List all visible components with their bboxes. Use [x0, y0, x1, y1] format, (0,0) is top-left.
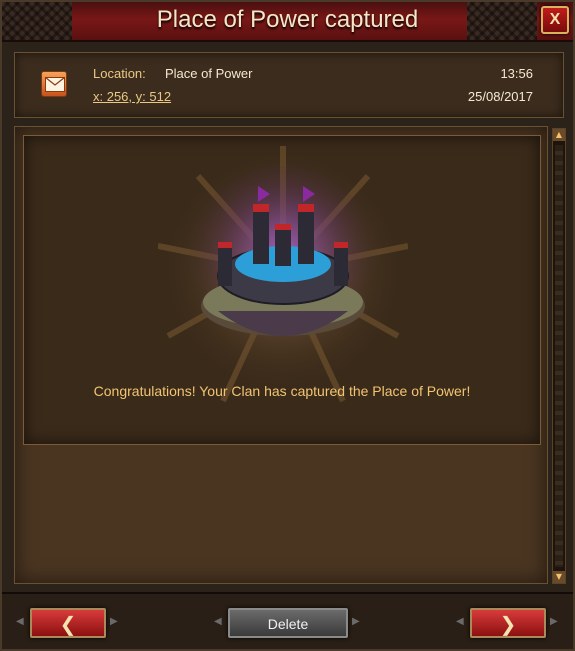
- scroll-track[interactable]: [555, 145, 563, 567]
- location-label: Location:: [93, 66, 146, 81]
- scroll-down-arrow-icon[interactable]: ▼: [553, 571, 565, 583]
- message-date: 25/08/2017: [467, 89, 533, 104]
- chevron-right-icon: ❯: [499, 612, 517, 636]
- title-bar: Place of Power captured X: [2, 2, 573, 42]
- message-text: Congratulations! Your Clan has captured …: [93, 383, 471, 399]
- message-header: Location: Place of Power x: 256, y: 512 …: [14, 52, 564, 118]
- envelope-icon: [41, 71, 67, 97]
- coordinates-link[interactable]: x: 256, y: 512: [93, 89, 171, 104]
- delete-button-label: Delete: [267, 616, 309, 632]
- scroll-up-arrow-icon[interactable]: ▲: [553, 129, 565, 141]
- scrollbar[interactable]: ▲ ▼: [552, 128, 566, 584]
- location-value: Place of Power: [165, 66, 253, 81]
- next-message-button[interactable]: ❯: [470, 608, 546, 638]
- message-card: Congratulations! Your Clan has captured …: [23, 135, 541, 445]
- prev-right-ornament-icon: ▶: [110, 616, 118, 627]
- next-left-ornament-icon: ◀: [456, 616, 464, 627]
- previous-message-button[interactable]: ❮: [30, 608, 106, 638]
- message-body: Congratulations! Your Clan has captured …: [14, 126, 548, 584]
- chevron-left-icon: ❮: [59, 612, 77, 636]
- next-right-ornament-icon: ▶: [550, 616, 558, 627]
- window-title: Place of Power captured: [156, 6, 419, 33]
- prev-left-ornament-icon: ◀: [16, 616, 24, 627]
- message-window: Place of Power captured X Location: Plac…: [0, 0, 575, 651]
- close-button[interactable]: X: [541, 6, 569, 34]
- delete-right-ornament-icon: ▶: [352, 616, 360, 627]
- place-of-power-image: [158, 146, 408, 403]
- delete-button[interactable]: Delete: [228, 608, 348, 638]
- message-time: 13:56: [500, 66, 533, 81]
- delete-left-ornament-icon: ◀: [214, 616, 222, 627]
- footer-bar: ◀ ❮ ▶ ◀ Delete ▶ ◀ ❯ ▶: [2, 592, 573, 649]
